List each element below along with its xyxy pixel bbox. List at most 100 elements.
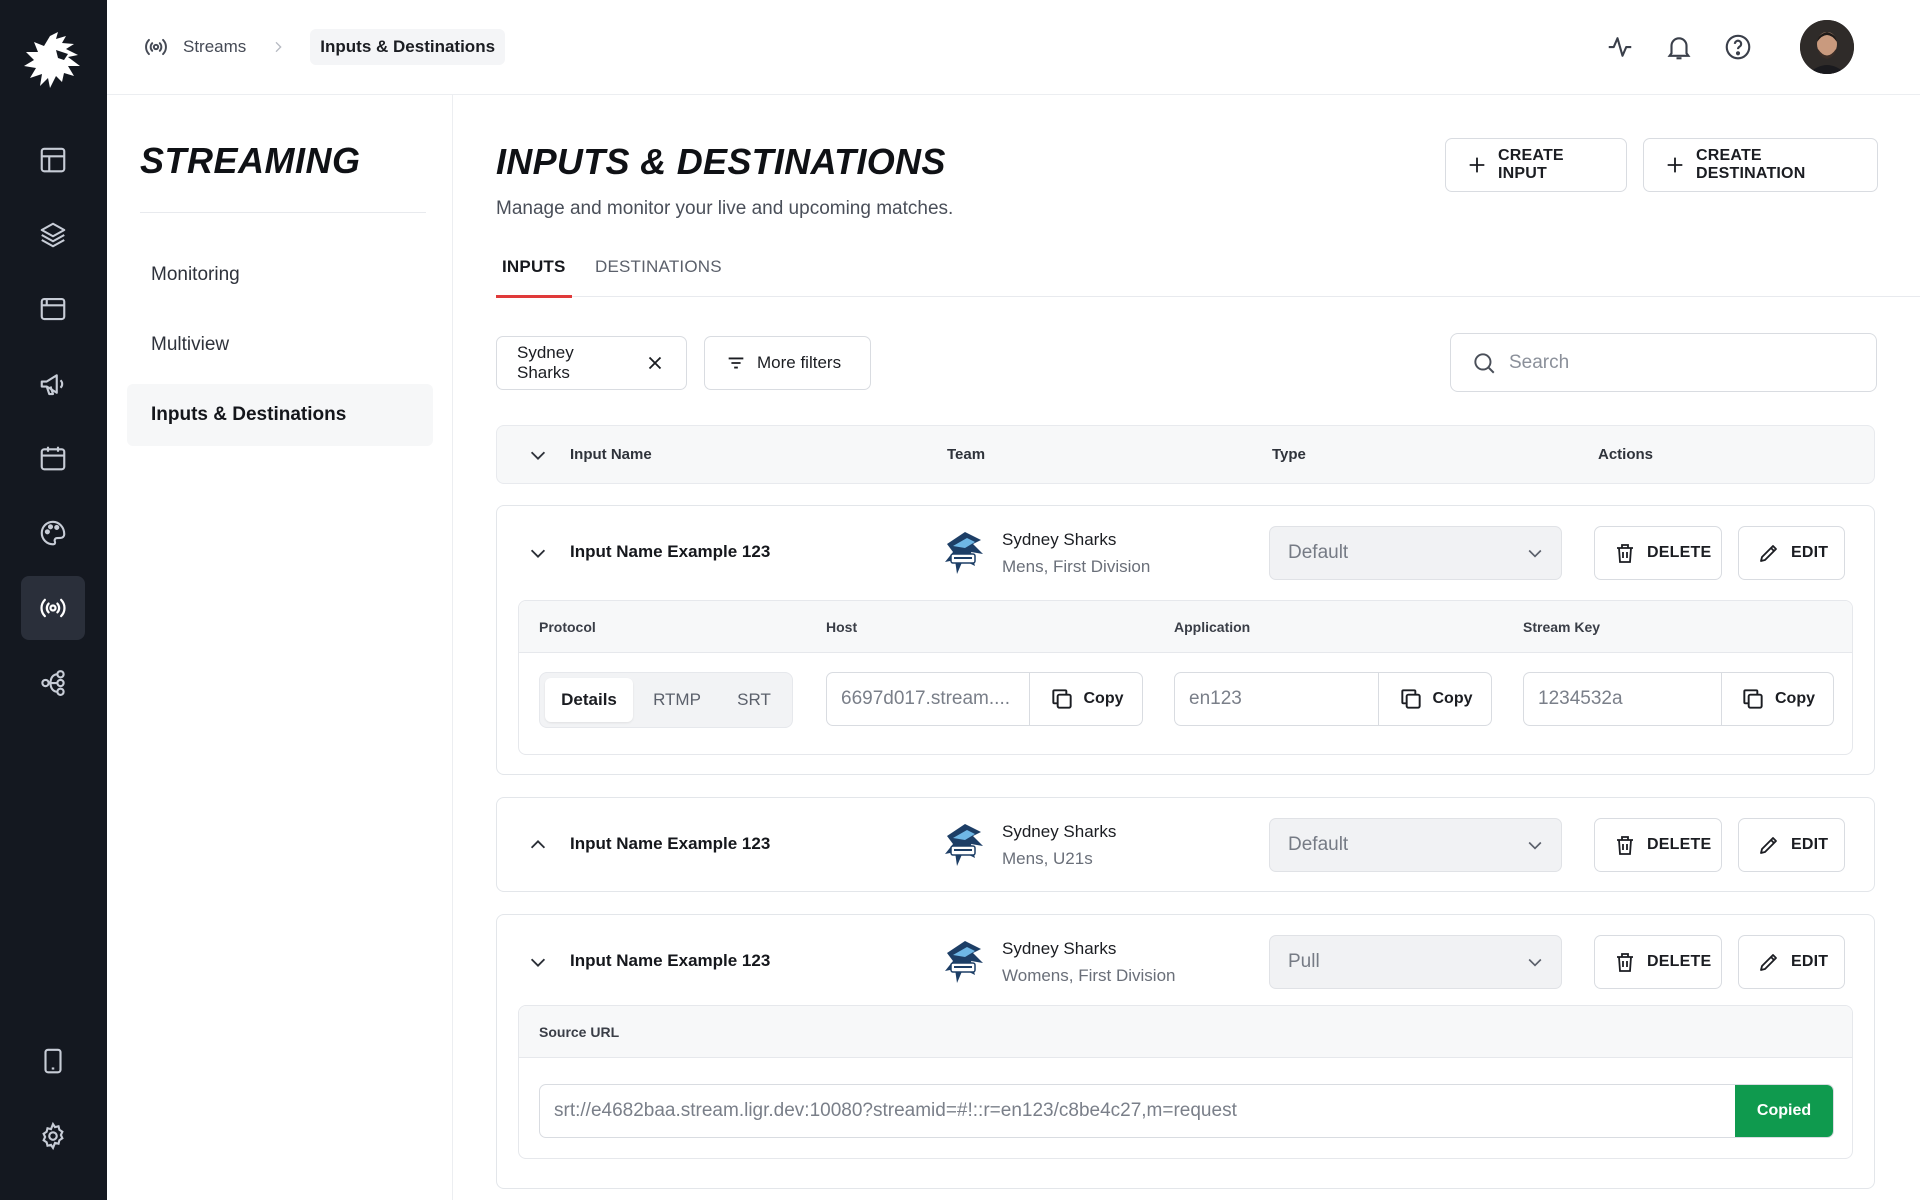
- application-value[interactable]: en123: [1175, 673, 1378, 725]
- create-destination-button[interactable]: CREATE DESTINATION: [1643, 138, 1878, 192]
- row-header: Input Name Example 123 Sydney Sharks Men…: [497, 506, 1874, 600]
- sharks-logo-icon: [943, 530, 985, 576]
- copy-icon: [1398, 686, 1433, 712]
- row-header: Input Name Example 123 Sydney Sharks Men…: [497, 798, 1874, 892]
- column-header-actions: Actions: [1598, 446, 1654, 463]
- lion-logo-icon[interactable]: [20, 30, 86, 96]
- copy-label: Copy: [1432, 690, 1473, 707]
- copy-stream-key-button[interactable]: Copy: [1721, 673, 1833, 725]
- browser-icon: [38, 294, 68, 324]
- sidebar-item-inputs-destinations[interactable]: Inputs & Destinations: [127, 384, 433, 446]
- copy-application-button[interactable]: Copy: [1378, 673, 1491, 725]
- trash-icon: [1613, 541, 1647, 565]
- copy-host-button[interactable]: Copy: [1029, 673, 1142, 725]
- copy-icon: [1049, 686, 1084, 712]
- close-icon[interactable]: [644, 352, 666, 374]
- protocol-option-srt[interactable]: SRT: [720, 678, 788, 722]
- application-field: en123 Copy: [1174, 672, 1492, 726]
- edit-button[interactable]: EDIT: [1738, 526, 1845, 580]
- chevron-up-icon[interactable]: [527, 834, 549, 856]
- column-header-input-name[interactable]: Input Name: [570, 426, 652, 483]
- help-icon[interactable]: [1723, 32, 1753, 62]
- team-division: Womens, First Division: [1002, 966, 1176, 985]
- chevron-right-icon: [270, 39, 286, 55]
- pencil-icon: [1757, 950, 1791, 974]
- tab-destinations[interactable]: DESTINATIONS: [595, 245, 722, 297]
- main-content: INPUTS & DESTINATIONS Manage and monitor…: [453, 95, 1920, 1200]
- copy-label: Copy: [1775, 690, 1815, 707]
- pencil-icon: [1757, 833, 1791, 857]
- sharks-logo-icon: [943, 822, 985, 868]
- sidebar-item-monitoring[interactable]: Monitoring: [127, 244, 433, 306]
- copy-icon: [1740, 686, 1775, 712]
- plus-icon: [1664, 154, 1696, 176]
- app-rail: [0, 0, 107, 1200]
- delete-button[interactable]: DELETE: [1594, 935, 1722, 989]
- column-header-team[interactable]: Team: [947, 426, 985, 483]
- rail-item-marketing[interactable]: [21, 352, 85, 416]
- copied-button[interactable]: Copied: [1735, 1085, 1833, 1137]
- plus-icon: [1466, 154, 1498, 176]
- chevron-down-icon[interactable]: [527, 951, 549, 973]
- rail-item-browser[interactable]: [21, 277, 85, 341]
- protocol-option-details[interactable]: Details: [545, 678, 633, 722]
- delete-label: DELETE: [1647, 544, 1712, 561]
- tab-inputs[interactable]: INPUTS: [496, 245, 572, 298]
- source-url-value[interactable]: srt://e4682baa.stream.ligr.dev:10080?str…: [540, 1085, 1735, 1137]
- rail-item-device[interactable]: [21, 1029, 85, 1093]
- gear-icon: [38, 1121, 68, 1151]
- rail-item-settings[interactable]: [21, 1104, 85, 1168]
- trash-icon: [1613, 833, 1647, 857]
- top-bar: Streams Inputs & Destinations: [107, 0, 1920, 95]
- create-input-label: CREATE INPUT: [1498, 147, 1564, 182]
- tablet-icon: [38, 1046, 68, 1076]
- host-value[interactable]: 6697d017.stream....: [827, 673, 1029, 725]
- megaphone-icon: [38, 369, 68, 399]
- table-row: Input Name Example 123 Sydney Sharks Men…: [496, 505, 1875, 775]
- rail-item-calendar[interactable]: [21, 426, 85, 490]
- column-header-type[interactable]: Type: [1272, 426, 1306, 483]
- sidebar-item-multiview[interactable]: Multiview: [127, 314, 433, 376]
- input-name: Input Name Example 123: [570, 834, 771, 853]
- details-header: Protocol Host Application Stream Key: [519, 601, 1852, 653]
- table-header: Input Name Team Type Actions: [496, 425, 1875, 484]
- workflow-icon: [38, 668, 68, 698]
- rail-item-dashboard[interactable]: [21, 128, 85, 192]
- copy-label: Copy: [1083, 690, 1124, 707]
- stream-key-value[interactable]: 1234532a: [1524, 673, 1721, 725]
- avatar[interactable]: [1800, 20, 1854, 74]
- activity-icon[interactable]: [1605, 32, 1635, 62]
- rail-item-themes[interactable]: [21, 501, 85, 565]
- type-select[interactable]: Default: [1269, 526, 1562, 580]
- edit-button[interactable]: EDIT: [1738, 935, 1845, 989]
- divider: [140, 212, 426, 213]
- more-filters-button[interactable]: More filters: [704, 336, 871, 390]
- table-row: Input Name Example 123 Sydney Sharks Wom…: [496, 914, 1875, 1189]
- section-sidebar: STREAMING Monitoring Multiview Inputs & …: [107, 95, 453, 1200]
- filter-chip-team[interactable]: Sydney Sharks: [496, 336, 687, 390]
- table-row: Input Name Example 123 Sydney Sharks Men…: [496, 797, 1875, 892]
- create-input-button[interactable]: CREATE INPUT: [1445, 138, 1627, 192]
- search-input[interactable]: [1509, 351, 1849, 374]
- delete-button[interactable]: DELETE: [1594, 526, 1722, 580]
- delete-button[interactable]: DELETE: [1594, 818, 1722, 872]
- chevron-down-icon[interactable]: [527, 542, 549, 564]
- breadcrumb-streams-link[interactable]: Streams: [183, 37, 246, 57]
- row-header: Input Name Example 123 Sydney Sharks Wom…: [497, 915, 1874, 1009]
- type-select[interactable]: Default: [1269, 818, 1562, 872]
- details-column-stream-key: Stream Key: [1523, 619, 1601, 635]
- type-select[interactable]: Pull: [1269, 935, 1562, 989]
- rail-item-streams[interactable]: [21, 576, 85, 640]
- rail-item-workflows[interactable]: [21, 651, 85, 715]
- search-box[interactable]: [1450, 333, 1877, 392]
- protocol-option-rtmp[interactable]: RTMP: [638, 678, 716, 722]
- chevron-down-icon[interactable]: [527, 426, 549, 483]
- team-name: Sydney Sharks: [1002, 939, 1117, 958]
- edit-button[interactable]: EDIT: [1738, 818, 1845, 872]
- input-name: Input Name Example 123: [570, 951, 771, 970]
- source-url-label: Source URL: [539, 1024, 620, 1040]
- bell-icon[interactable]: [1664, 32, 1694, 62]
- type-select-value: Default: [1288, 834, 1349, 855]
- rail-item-layers[interactable]: [21, 203, 85, 267]
- source-url-field: srt://e4682baa.stream.ligr.dev:10080?str…: [539, 1084, 1834, 1138]
